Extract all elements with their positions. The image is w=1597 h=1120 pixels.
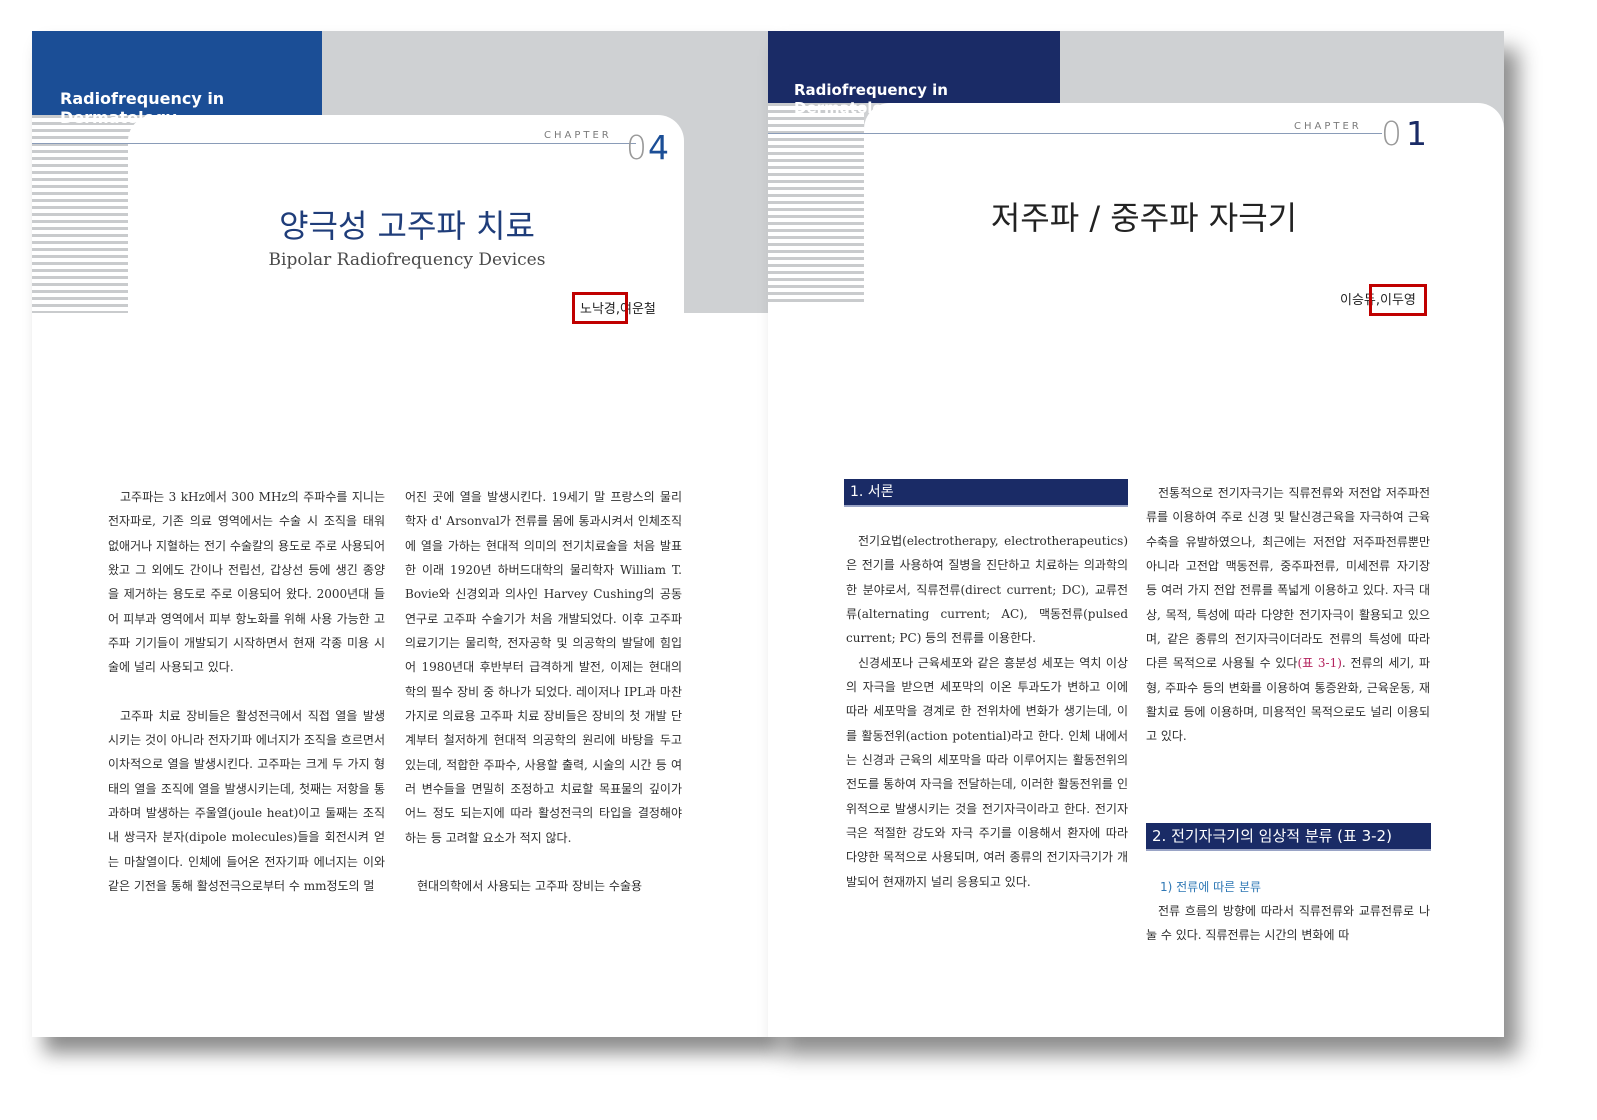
highlight-box <box>1369 284 1427 316</box>
paragraph: 전기요법(electrotherapy, electrotherapeutics… <box>846 534 1128 646</box>
chapter-number-zero: 0 <box>626 128 647 167</box>
paragraph: 고주파 치료 장비들은 활성전극에서 직접 열을 발생시키는 것이 아니라 전자… <box>108 708 385 894</box>
text-column-2: 어진 곳에 열을 발생시킨다. 19세기 말 프랑스의 물리학자 d' Arso… <box>405 485 682 899</box>
text-column-1: 고주파는 3 kHz에서 300 MHz의 주파수를 지니는 전자파로, 기존 … <box>108 485 385 899</box>
text-column-1: 전기요법(electrotherapy, electrotherapeutics… <box>846 529 1128 894</box>
highlight-box <box>572 292 628 324</box>
left-page: Radiofrequency in Dermatology CHAPTER 0 … <box>32 31 768 1037</box>
paragraph: 현대의학에서 사용되는 고주파 장비는 수술용 <box>417 879 643 894</box>
chapter-title: 양극성 고주파 치료 <box>279 207 535 245</box>
series-brand: Radiofrequency in Dermatology <box>32 31 322 127</box>
paragraph: 전류 흐름의 방향에 따라서 직류전류와 교류전류로 나눌 수 있다. 직류전류… <box>1146 904 1430 943</box>
chapter-number-digit: 4 <box>648 128 669 167</box>
chapter-title: 저주파 / 중주파 자극기 <box>990 199 1298 237</box>
chapter-rule <box>768 133 1382 134</box>
chapter-label: CHAPTER <box>544 130 612 141</box>
paragraph: 어진 곳에 열을 발생시킨다. 19세기 말 프랑스의 물리학자 d' Arso… <box>405 490 682 845</box>
paragraph: 전통적으로 전기자극기는 직류전류와 저전압 저주파전류를 이용하여 주로 신경… <box>1146 486 1430 744</box>
text-column-2-continued: 전류 흐름의 방향에 따라서 직류전류와 교류전류로 나눌 수 있다. 직류전류… <box>1146 899 1430 948</box>
right-page: Radiofrequency in Dermatology CHAPTER 0 … <box>768 31 1504 1037</box>
subsection-heading: 1) 전류에 따른 분류 <box>1160 880 1262 894</box>
section-heading-introduction: 1. 서론 <box>844 479 1128 507</box>
table-reference: (표 3-1) <box>1297 656 1342 671</box>
chapter-rule <box>32 143 636 144</box>
paragraph: 신경세포나 근육세포와 같은 흥분성 세포는 역치 이상의 자극을 받으면 세포… <box>846 655 1128 889</box>
chapter-number-digit: 1 <box>1406 114 1427 153</box>
section-heading-classification: 2. 전기자극기의 임상적 분류 (표 3-2) <box>1146 823 1431 851</box>
chapter-number-zero: 0 <box>1381 114 1402 153</box>
series-brand: Radiofrequency in Dermatology <box>768 31 1060 117</box>
chapter-label: CHAPTER <box>1294 121 1362 132</box>
paragraph: 고주파는 3 kHz에서 300 MHz의 주파수를 지니는 전자파로, 기존 … <box>108 490 385 675</box>
chapter-subtitle: Bipolar Radiofrequency Devices <box>268 250 546 270</box>
text-column-2: 전통적으로 전기자극기는 직류전류와 저전압 저주파전류를 이용하여 주로 신경… <box>1146 481 1430 749</box>
